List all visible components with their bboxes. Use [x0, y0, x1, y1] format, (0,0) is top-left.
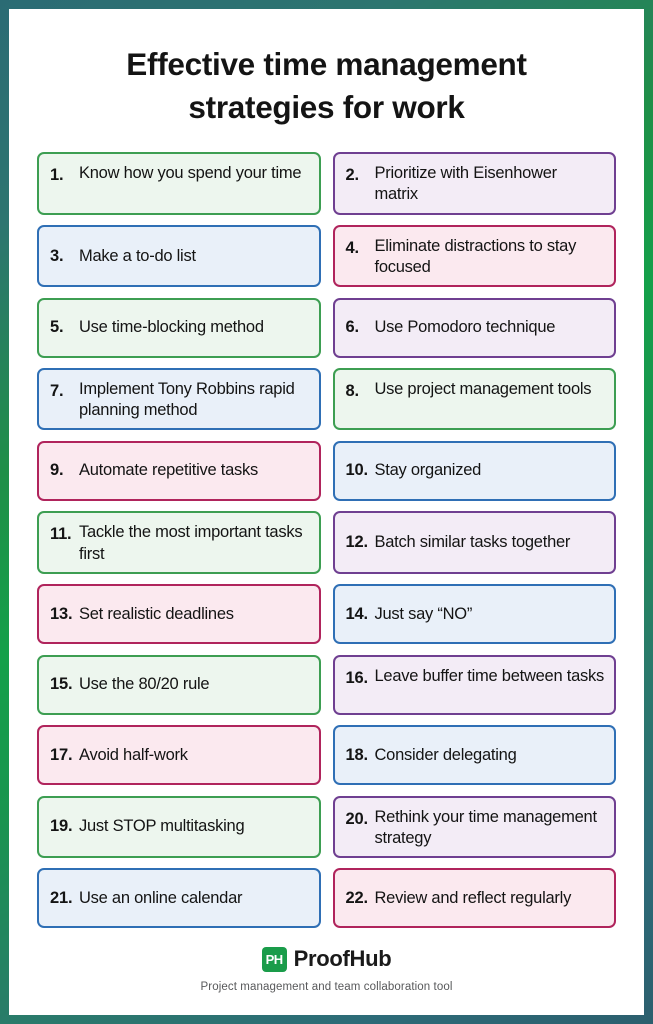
strategy-card: 1. Know how you spend your time [37, 152, 321, 215]
strategy-card: 15. Use the 80/20 rule [37, 654, 321, 715]
strategy-card: 11. Tackle the most important tasks first [37, 511, 321, 574]
strategy-card: 14. Just say “NO” [332, 584, 616, 645]
strategy-card-number: 1. [50, 166, 64, 185]
strategy-card-label: Use the 80/20 rule [79, 675, 210, 694]
strategy-card: 21. Use an online calendar [37, 868, 321, 929]
strategy-card-number: 16. [345, 668, 369, 687]
strategy-card: 7. Implement Tony Robbins rapid planning … [37, 368, 321, 431]
strategy-card-number: 9. [50, 461, 64, 480]
strategy-card-label: Prioritize with Eisenhower matrix [374, 164, 558, 204]
strategy-card: 20. Rethink your time management strategy [332, 795, 616, 858]
strategy-card-grid: 1. Know how you spend your time 2. Prioriti… [37, 152, 616, 929]
strategy-card: 6. Use Pomodoro technique [332, 297, 616, 358]
strategy-card-number: 6. [345, 318, 360, 337]
strategy-card-label: Use Pomodoro technique [374, 318, 556, 337]
poster-sheet: Effective time management strategies for… [9, 9, 644, 1015]
strategy-card-label: Use time-blocking method [79, 318, 264, 337]
strategy-card-label: Avoid half-work [79, 745, 188, 764]
strategy-card-number: 20. [345, 809, 369, 828]
strategy-card: 4. Eliminate distractions to stay focused [332, 225, 616, 288]
strategy-card-label: Know how you spend your time [79, 164, 302, 183]
strategy-card-label: Review and reflect regularly [374, 888, 572, 907]
strategy-card-label: Rethink your time management strategy [374, 807, 598, 847]
strategy-card-number: 5. [50, 318, 64, 337]
brand-tagline: Project management and team collaboratio… [200, 981, 453, 993]
strategy-card-label: Automate repetitive tasks [79, 461, 259, 480]
strategy-card-number: 21. [50, 888, 73, 907]
strategy-card-label: Batch similar tasks together [374, 532, 571, 551]
strategy-card: 16. Leave buffer time between tasks [332, 654, 616, 715]
strategy-card-number: 13. [50, 604, 73, 623]
strategy-card-number: 18. [345, 745, 369, 764]
page-title: Effective time management strategies for… [126, 46, 527, 126]
strategy-card-number: 7. [50, 382, 64, 401]
strategy-card-label: Use an online calendar [79, 888, 243, 907]
brand-lockup: PH ProofHub [37, 946, 616, 972]
strategy-card: 2. Prioritize with Eisenhower matrix [332, 152, 616, 215]
strategy-card-label: Make a to-do list [79, 246, 196, 265]
strategy-card-label: Leave buffer time between tasks [374, 666, 605, 685]
strategy-card-label: Just STOP multitasking [79, 817, 245, 836]
strategy-card-number: 15. [50, 675, 73, 694]
strategy-card: 18. Consider delegating [332, 725, 616, 786]
strategy-card-number: 12. [345, 533, 369, 552]
strategy-card-label: Implement Tony Robbins rapid planning me… [79, 380, 295, 420]
strategy-card-number: 10. [345, 461, 369, 480]
strategy-card: 3. Make a to-do list [37, 225, 321, 288]
strategy-card: 10. Stay organized [332, 440, 616, 501]
strategy-card-number: 2. [345, 166, 360, 185]
footer: PH ProofHub Project management and team … [37, 946, 616, 1015]
strategy-card-number: 17. [50, 745, 73, 764]
proofhub-logo-icon: PH [261, 946, 287, 972]
strategy-card-label: Stay organized [374, 461, 482, 480]
strategy-card-number: 19. [50, 817, 73, 836]
infographic-poster: Effective time management strategies for… [0, 0, 653, 1024]
strategy-card-label: Tackle the most important tasks first [79, 523, 303, 563]
strategy-card-number: 4. [345, 239, 360, 257]
strategy-card: 5. Use time-blocking method [37, 297, 321, 358]
strategy-card-label: Set realistic deadlines [79, 604, 234, 623]
strategy-card-label: Just say “NO” [374, 604, 473, 623]
strategy-card-number: 22. [345, 888, 369, 907]
strategy-card: 22. Review and reflect regularly [332, 868, 616, 929]
strategy-card-number: 3. [50, 246, 64, 265]
strategy-card: 12. Batch similar tasks together [332, 511, 616, 574]
strategy-card-number: 11. [50, 525, 72, 544]
strategy-card-label: Eliminate distractions to stay focused [374, 237, 577, 277]
strategy-card-number: 14. [345, 604, 369, 623]
brand-name: ProofHub [293, 946, 392, 971]
strategy-card-number: 8. [345, 382, 360, 401]
strategy-card: 13. Set realistic deadlines [37, 584, 321, 645]
strategy-card: 17. Avoid half-work [37, 725, 321, 786]
strategy-card: 19. Just STOP multitasking [37, 795, 321, 858]
strategy-card: 9. Automate repetitive tasks [37, 440, 321, 501]
strategy-card: 8. Use project management tools [332, 368, 616, 431]
strategy-card-label: Use project management tools [374, 380, 592, 399]
strategy-card-label: Consider delegating [374, 745, 517, 764]
